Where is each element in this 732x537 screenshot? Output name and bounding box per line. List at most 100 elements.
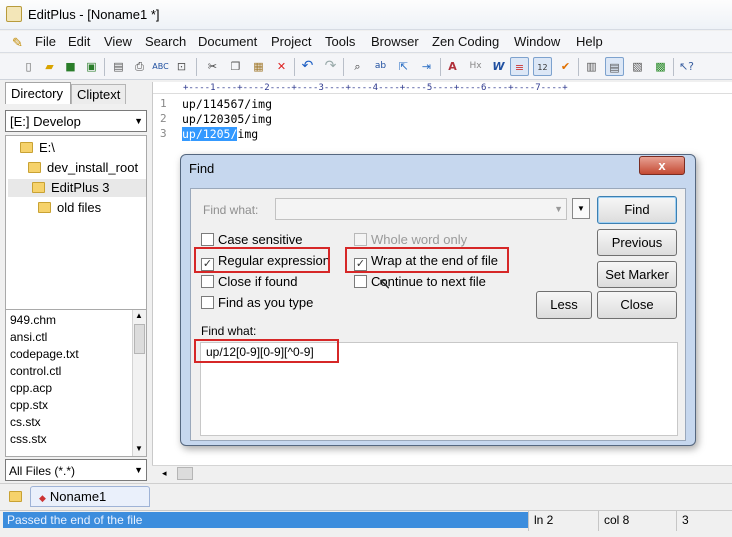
list-item[interactable]: 949.chm <box>10 313 56 327</box>
menu-help[interactable]: Help <box>576 34 603 49</box>
directory-window-icon[interactable]: ▥ <box>582 57 601 76</box>
find-in-files-icon[interactable]: ⇥ <box>417 57 436 76</box>
spell-check-icon[interactable]: ABC <box>151 57 170 76</box>
menu-bar: ✎ File Edit View Search Document Project… <box>0 31 732 53</box>
menu-document[interactable]: Document <box>198 34 257 49</box>
paste-icon[interactable]: ▦ <box>249 57 268 76</box>
new-file-icon[interactable]: ▯ <box>19 57 38 76</box>
copy-icon[interactable]: ❐ <box>226 57 245 76</box>
tab-directory[interactable]: Directory <box>5 82 71 104</box>
tree-item-dev-install-root[interactable]: dev_install_root <box>28 159 138 177</box>
save-icon[interactable]: ■ <box>61 57 80 76</box>
scroll-left-icon[interactable]: ◂ <box>162 468 167 479</box>
set-marker-button[interactable]: Set Marker <box>597 261 677 288</box>
code-line[interactable]: up/1205/img <box>182 127 258 141</box>
folder-icon <box>20 142 33 153</box>
list-item[interactable]: css.stx <box>10 432 47 446</box>
output-window-icon[interactable]: ▤ <box>605 57 624 76</box>
find-icon[interactable]: ⌕ <box>348 57 367 76</box>
list-item[interactable]: control.ctl <box>10 364 61 378</box>
checkbox-box <box>201 233 214 246</box>
previous-button[interactable]: Previous <box>597 229 677 256</box>
annotation-box <box>194 339 339 363</box>
list-item[interactable]: codepage.txt <box>10 347 79 361</box>
scroll-thumb[interactable] <box>177 467 193 480</box>
chevron-down-icon: ▼ <box>134 465 143 475</box>
tree-item-old-files[interactable]: old files <box>38 199 101 217</box>
tab-noname1[interactable]: ◆ Noname1 <box>30 486 150 507</box>
less-button[interactable]: Less <box>536 291 592 319</box>
list-item[interactable]: cpp.acp <box>10 381 52 395</box>
find-as-you-type-checkbox[interactable]: Find as you type <box>201 295 313 313</box>
drive-select-value: [E:] Develop <box>10 114 81 129</box>
menu-edit[interactable]: Edit <box>68 34 90 49</box>
find-what-label: Find what: <box>203 203 259 217</box>
print-icon[interactable]: ⎙ <box>130 57 149 76</box>
menu-window[interactable]: Window <box>514 34 560 49</box>
scroll-thumb[interactable] <box>134 324 145 354</box>
menu-search[interactable]: Search <box>145 34 186 49</box>
undo-icon[interactable]: ↶ <box>298 57 317 76</box>
toolbar: ▯ ▰ ■ ▣ ▤ ⎙ ABC ⊡ ✂ ❐ ▦ ✕ ↶ ↷ ⌕ ab ⇱ ⇥ A… <box>0 54 732 80</box>
close-if-found-checkbox[interactable]: Close if found <box>201 274 298 292</box>
scroll-up-icon[interactable]: ▲ <box>135 311 143 320</box>
menu-browser[interactable]: Browser <box>371 34 419 49</box>
tab-cliptext[interactable]: Cliptext <box>71 84 126 104</box>
menu-project[interactable]: Project <box>271 34 311 49</box>
window-title: EditPlus - [Noname1 *] <box>28 7 160 22</box>
format-icon[interactable]: ⊡ <box>172 57 191 76</box>
close-button[interactable]: Close <box>597 291 677 319</box>
scroll-down-icon[interactable]: ▼ <box>135 444 143 453</box>
tree-item-editplus-3[interactable]: EditPlus 3 <box>8 179 146 197</box>
chevron-down-icon: ▼ <box>554 204 563 214</box>
save-all-icon[interactable]: ▣ <box>82 57 101 76</box>
file-filter-select[interactable]: All Files (*.*) ▼ <box>5 459 147 481</box>
menu-view[interactable]: View <box>104 34 132 49</box>
browser-icon[interactable]: ▩ <box>651 57 670 76</box>
highlight-icon[interactable]: ✔ <box>556 57 575 76</box>
replace-icon[interactable]: ab <box>371 57 390 76</box>
line-number-icon[interactable]: 12 <box>533 57 552 76</box>
menu-file[interactable]: File <box>35 34 56 49</box>
mouse-cursor-icon: ↖ <box>378 276 392 293</box>
delete-icon[interactable]: ✕ <box>272 57 291 76</box>
menu-zen-coding[interactable]: Zen Coding <box>432 34 499 49</box>
continue-next-file-checkbox[interactable]: Continue to next file <box>354 274 486 292</box>
line-number: 1 <box>160 97 167 110</box>
menu-tools[interactable]: Tools <box>325 34 355 49</box>
open-icon[interactable]: ▰ <box>40 57 59 76</box>
tree-item-root[interactable]: E:\ <box>20 139 55 157</box>
drive-select[interactable]: [E:] Develop ▼ <box>5 110 147 132</box>
line-number: 2 <box>160 112 167 125</box>
file-list: 949.chm ansi.ctl codepage.txt control.ct… <box>5 309 147 457</box>
file-filter-value: All Files (*.*) <box>9 464 76 478</box>
find-what-combo[interactable]: ▼ <box>275 198 567 220</box>
ruler-icon[interactable]: ≡ <box>510 57 529 76</box>
help-icon[interactable]: ↖? <box>677 57 696 76</box>
code-line[interactable]: up/114567/img <box>182 97 272 111</box>
status-column: col 8 <box>604 513 630 527</box>
redo-icon[interactable]: ↷ <box>321 57 340 76</box>
find-button[interactable]: Find <box>597 196 677 224</box>
horizontal-scrollbar[interactable]: ◂ <box>152 465 732 482</box>
history-dropdown-button[interactable]: ▼ <box>572 198 590 219</box>
word-wrap-icon[interactable]: W <box>489 57 508 76</box>
annotation-box <box>194 247 330 273</box>
font-icon[interactable]: A <box>443 57 462 76</box>
code-line[interactable]: up/120305/img <box>182 112 272 126</box>
find-dialog: Find x Find what: ▼ ▼ Case sensitive ✓ Re… <box>180 154 696 446</box>
annotation-box <box>345 247 509 273</box>
print-preview-icon[interactable]: ▤ <box>109 57 128 76</box>
modified-icon: ◆ <box>39 493 46 503</box>
goto-icon[interactable]: ⇱ <box>394 57 413 76</box>
cut-icon[interactable]: ✂ <box>203 57 222 76</box>
list-item[interactable]: ansi.ctl <box>10 330 47 344</box>
file-list-scrollbar[interactable]: ▲ ▼ <box>132 310 146 456</box>
status-bar: Passed the end of the file ln 2 col 8 3 <box>0 510 732 537</box>
list-item[interactable]: cs.stx <box>10 415 41 429</box>
status-extra: 3 <box>682 513 689 527</box>
close-icon[interactable]: x <box>639 156 685 175</box>
list-item[interactable]: cpp.stx <box>10 398 48 412</box>
clip-window-icon[interactable]: ▧ <box>628 57 647 76</box>
hex-icon[interactable]: Hx <box>466 57 485 76</box>
